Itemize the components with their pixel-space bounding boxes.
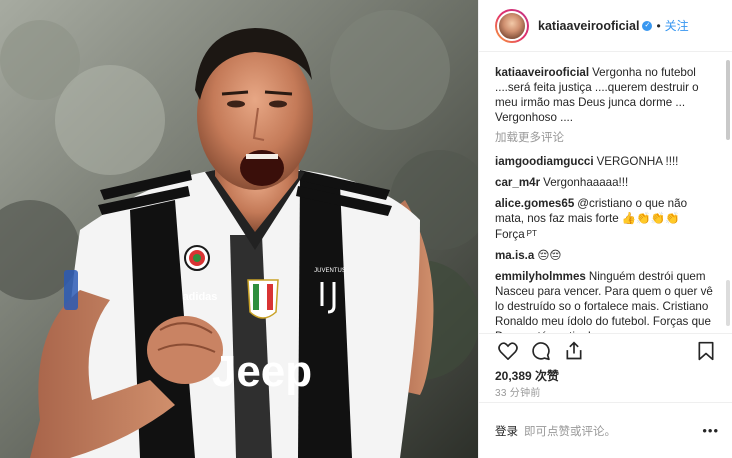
verified-badge-icon: ✓ (642, 20, 653, 31)
list-item: car_m4r Vergonhaaaaa!!! (495, 175, 717, 190)
comment-username[interactable]: car_m4r (495, 176, 540, 189)
list-item: alice.gomes65 @cristiano o que não mata, … (495, 196, 717, 242)
list-item: ma.is.a 😔😔 (495, 248, 717, 263)
caption: katiaaveirooficial Vergonha no futebol ..… (495, 65, 717, 125)
language-tag: PT (526, 229, 537, 238)
comment-username[interactable]: iamgoodiamgucci (495, 155, 594, 168)
follow-button[interactable]: 关注 (665, 17, 689, 34)
header-separator: • (656, 18, 661, 33)
login-prompt-bar: 登录 即可点赞或评论。 ••• (479, 402, 732, 458)
jersey-sponsor-text: Jeep (212, 347, 312, 396)
comment-username[interactable]: emmilyholmmes (495, 270, 586, 283)
login-prompt-text: 即可点赞或评论。 (524, 425, 616, 438)
likes-count[interactable]: 20,389 次赞 (495, 367, 559, 384)
share-icon[interactable] (563, 340, 585, 362)
list-item: iamgoodiamgucci VERGONHA !!!! (495, 154, 717, 169)
load-more-comments-button[interactable]: 加载更多评论 (495, 131, 717, 146)
post-photo[interactable]: Jeep adidas JUVENTUS (0, 0, 478, 458)
post-header: katiaaveirooficial ✓ • 关注 (479, 0, 732, 52)
bookmark-icon[interactable] (697, 341, 719, 363)
heart-icon[interactable] (497, 340, 519, 362)
comment-icon[interactable] (530, 340, 552, 362)
list-item: emmilyholmmes Ninguém destrói quem Nasceu… (495, 269, 717, 333)
comments-scrollbar-track[interactable] (726, 280, 730, 326)
jersey-brand-text: adidas (183, 291, 218, 303)
caption-username[interactable]: katiaaveirooficial (495, 66, 589, 79)
post-author-username[interactable]: katiaaveirooficial (538, 19, 639, 33)
comment-text: VERGONHA !!!! (596, 155, 679, 168)
jersey-crest-text: JUVENTUS (314, 268, 346, 274)
comment-text: 😔😔 (537, 249, 562, 262)
comment-username[interactable]: ma.is.a (495, 249, 534, 262)
more-options-icon[interactable]: ••• (702, 424, 719, 437)
login-link[interactable]: 登录 (495, 423, 518, 439)
post-timestamp[interactable]: 33 分钟前 (495, 384, 541, 399)
comment-text: Vergonhaaaaa!!! (543, 176, 629, 189)
comments-list[interactable]: katiaaveirooficial Vergonha no futebol ..… (479, 53, 732, 333)
comment-username[interactable]: alice.gomes65 (495, 197, 574, 210)
comments-scrollbar[interactable] (726, 60, 730, 140)
post-photo-art: Jeep adidas JUVENTUS (0, 0, 478, 458)
post-side-panel: katiaaveirooficial ✓ • 关注 katiaaveiroofi… (478, 0, 732, 458)
post-actions (479, 333, 732, 367)
avatar[interactable] (495, 8, 529, 43)
